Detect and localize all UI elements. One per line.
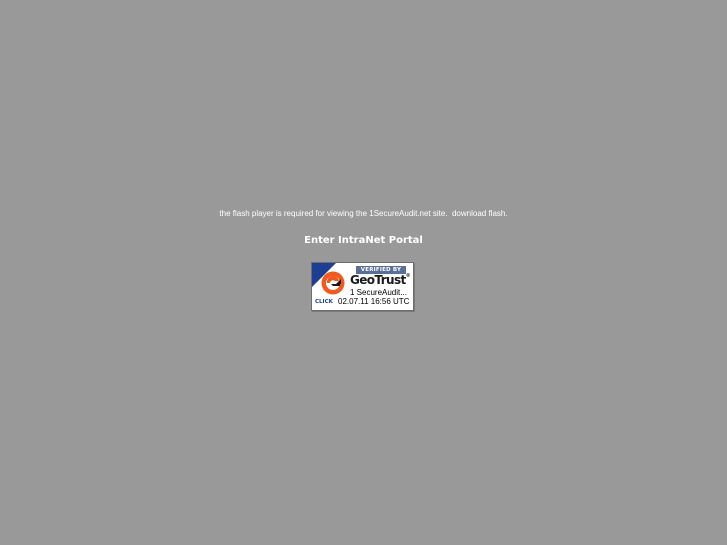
enter-intranet-portal-link[interactable]: Enter IntraNet Portal — [0, 235, 727, 246]
seal-timestamp: 02.07.11 16:56 UTC — [338, 297, 410, 306]
download-flash-link[interactable]: download flash. — [452, 209, 508, 218]
seal-site-name: 1 SecureAudit... — [350, 288, 407, 297]
geotrust-swirl-icon — [321, 271, 345, 295]
seal-click-label: CLICK — [315, 299, 333, 305]
flash-required-notice: the flash player is required for viewing… — [0, 209, 727, 218]
geotrust-verified-seal[interactable]: VERIFIED BY GeoTrust® 1 SecureAudit... C… — [311, 262, 414, 311]
geotrust-wordmark: GeoTrust® — [350, 273, 411, 287]
flash-notice-text: the flash player is required for viewing… — [219, 209, 448, 218]
